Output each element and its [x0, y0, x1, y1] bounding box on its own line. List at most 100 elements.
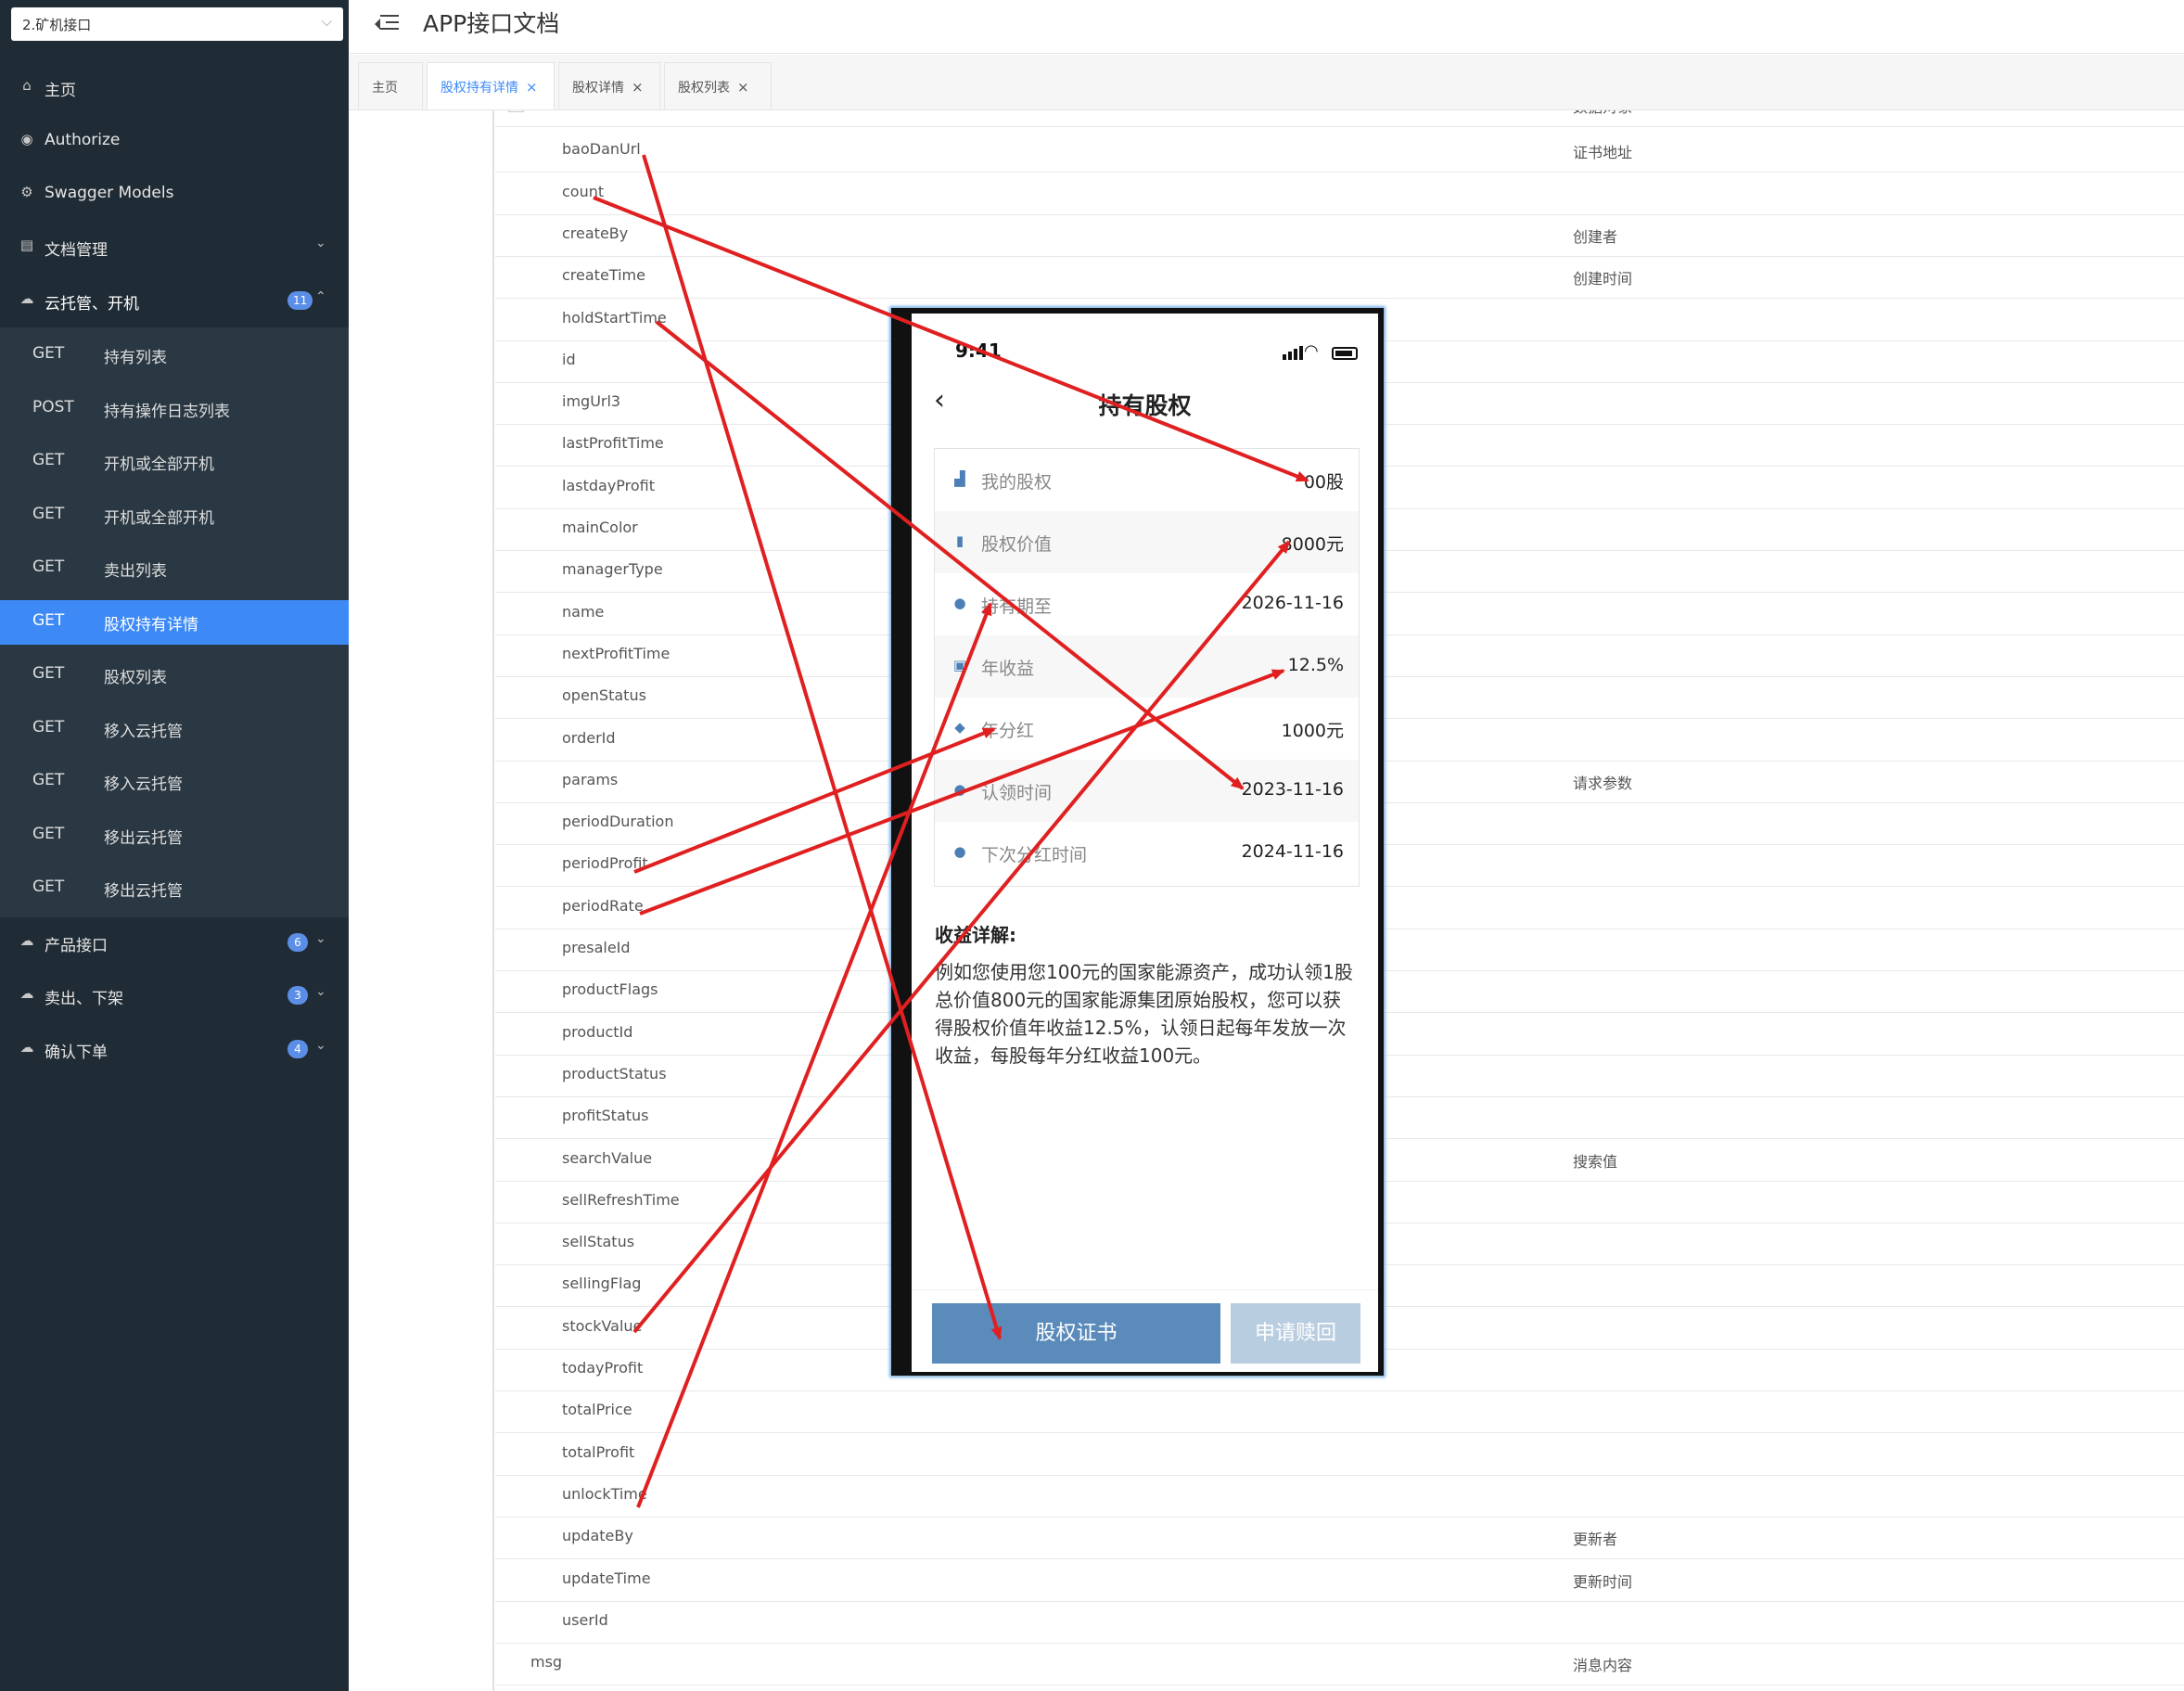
param-row: count	[495, 173, 2184, 215]
endpoint-item[interactable]: GET 持有列表	[0, 327, 349, 380]
info-row: ▟ 我的股权 00股	[935, 449, 1359, 511]
param-row: baoDanUrl 证书地址	[495, 131, 2184, 173]
piggy-bank-icon: ◆	[954, 719, 965, 736]
param-name: periodRate	[562, 897, 644, 915]
endpoint-item[interactable]: GET 股权列表	[0, 647, 349, 700]
sidebar-item-home[interactable]: ⌂ 主页	[0, 60, 349, 113]
count-badge: 4	[287, 1040, 308, 1058]
group-select[interactable]: 2.矿机接口 ⌵	[11, 7, 343, 41]
param-name-text: productFlags	[562, 980, 658, 999]
param-row: - data 数据对象	[495, 110, 2184, 127]
param-name: totalProfit	[562, 1443, 634, 1461]
tab-equity-list[interactable]: 股权列表 ×	[664, 62, 772, 109]
param-name: periodProfit	[562, 854, 648, 872]
param-name: productId	[562, 1023, 632, 1041]
param-row: totalPrice	[495, 1391, 2184, 1434]
param-name: - data	[508, 110, 567, 112]
sidebar-item-doc-manage[interactable]: ▤ 文档管理 ⌄	[0, 220, 349, 273]
endpoint-item[interactable]: GET 移出云托管	[0, 861, 349, 914]
param-name-text: sellStatus	[562, 1233, 635, 1251]
redeem-button[interactable]: 申请赎回	[1231, 1303, 1360, 1364]
param-name-text: periodProfit	[562, 854, 648, 873]
endpoint-label: 股权列表	[104, 669, 167, 687]
cloud-icon: ☁	[19, 932, 34, 949]
tab-home[interactable]: 主页	[358, 62, 423, 109]
http-method: GET	[32, 878, 65, 896]
endpoint-item[interactable]: GET 卖出列表	[0, 541, 349, 594]
param-name: periodDuration	[562, 813, 673, 830]
sidebar-item-authorize[interactable]: ◉ Authorize	[0, 114, 349, 167]
endpoint-label: 移入云托管	[104, 723, 183, 741]
top-bar: APP接口文档	[349, 0, 2184, 54]
endpoint-label: 开机或全部开机	[104, 509, 214, 528]
info-row: ● 下次分红时间 2024-11-16	[935, 822, 1359, 884]
info-value: 2024-11-16	[1241, 841, 1344, 862]
http-method: GET	[32, 451, 65, 469]
status-time: 9:41	[955, 339, 1002, 362]
endpoint-item-active[interactable]: GET 股权持有详情	[0, 600, 349, 645]
param-name: nextProfitTime	[562, 645, 670, 662]
sidebar-group-sell[interactable]: ☁ 卖出、下架 3 ⌄	[0, 968, 349, 1021]
param-name-text: profitStatus	[562, 1107, 649, 1125]
collapse-toggle-icon[interactable]: -	[508, 110, 524, 112]
param-desc: 更新时间	[1573, 1572, 1633, 1591]
phone-page-title: 持有股权	[1098, 392, 1192, 419]
param-name: managerType	[562, 560, 663, 578]
clock-icon: ●	[953, 843, 966, 860]
param-name-text: totalPrice	[562, 1401, 632, 1419]
tab-equity-holding-detail[interactable]: 股权持有详情 ×	[427, 62, 555, 109]
endpoint-item[interactable]: GET 移入云托管	[0, 701, 349, 754]
http-method: GET	[32, 718, 65, 737]
sidebar-item-label: 文档管理	[45, 241, 108, 260]
endpoint-item[interactable]: GET 开机或全部开机	[0, 434, 349, 487]
close-icon[interactable]: ×	[526, 79, 538, 96]
close-icon[interactable]: ×	[737, 79, 749, 96]
tab-equity-detail[interactable]: 股权详情 ×	[558, 62, 660, 109]
count-badge: 6	[287, 933, 308, 952]
sidebar-group-products[interactable]: ☁ 产品接口 6 ⌄	[0, 916, 349, 968]
param-name: sellStatus	[562, 1233, 634, 1250]
sidebar-item-swagger-models[interactable]: ⚙ Swagger Models	[0, 167, 349, 220]
endpoint-item[interactable]: POST 持有操作日志列表	[0, 381, 349, 434]
param-desc: 请求参数	[1573, 774, 1633, 792]
menu-fold-icon[interactable]	[375, 12, 399, 34]
endpoint-label: 移出云托管	[104, 882, 183, 901]
param-name-text: periodRate	[562, 896, 644, 915]
endpoint-item[interactable]: GET 移入云托管	[0, 754, 349, 807]
info-label: 年收益	[981, 659, 1035, 679]
info-row: ● 认领时间 2023-11-16	[935, 760, 1359, 822]
param-name-text: searchValue	[562, 1148, 653, 1167]
info-value: 00股	[1303, 472, 1344, 493]
param-name-text: imgUrl3	[562, 392, 621, 411]
param-name: sellingFlag	[562, 1275, 641, 1292]
sidebar-item-label: Authorize	[45, 131, 121, 149]
param-name-text: nextProfitTime	[562, 644, 671, 662]
param-name: productFlags	[562, 980, 658, 998]
param-name: stockValue	[562, 1317, 642, 1335]
param-name-text: data	[533, 110, 567, 112]
param-name-text: productStatus	[562, 1064, 667, 1082]
endpoint-item[interactable]: GET 开机或全部开机	[0, 488, 349, 541]
param-name: imgUrl3	[562, 392, 620, 410]
http-method: GET	[32, 664, 65, 683]
phone-mockup: 9:41 ◠ ‹ 持有股权 ▟ 我的股权 00股 ▮ 股权价值 8000元 ● …	[891, 308, 1384, 1376]
param-name: todayProfit	[562, 1359, 643, 1377]
endpoint-item[interactable]: GET 移出云托管	[0, 808, 349, 861]
info-label: 持有期至	[981, 596, 1053, 617]
sidebar-group-order[interactable]: ☁ 确认下单 4 ⌄	[0, 1022, 349, 1075]
info-value: 12.5%	[1287, 655, 1344, 675]
sidebar-group-cloud[interactable]: ☁ 云托管、开机 11 ⌃	[0, 274, 349, 327]
doc-manage-icon: ▤	[19, 237, 34, 253]
percent-icon: ▣	[952, 657, 967, 673]
certificate-button[interactable]: 股权证书	[932, 1303, 1220, 1364]
param-name-text: sellRefreshTime	[562, 1190, 680, 1209]
chevron-down-icon: ⌄	[315, 236, 326, 250]
param-name-text: createTime	[562, 266, 645, 285]
info-label: 认领时间	[981, 783, 1053, 803]
param-name-text: params	[562, 770, 619, 788]
param-row: totalProfit	[495, 1434, 2184, 1476]
param-name-text: holdStartTime	[562, 308, 667, 327]
sidebar-item-label: Swagger Models	[45, 184, 174, 202]
close-icon[interactable]: ×	[632, 79, 644, 96]
tab-label: 股权列表	[678, 81, 730, 96]
